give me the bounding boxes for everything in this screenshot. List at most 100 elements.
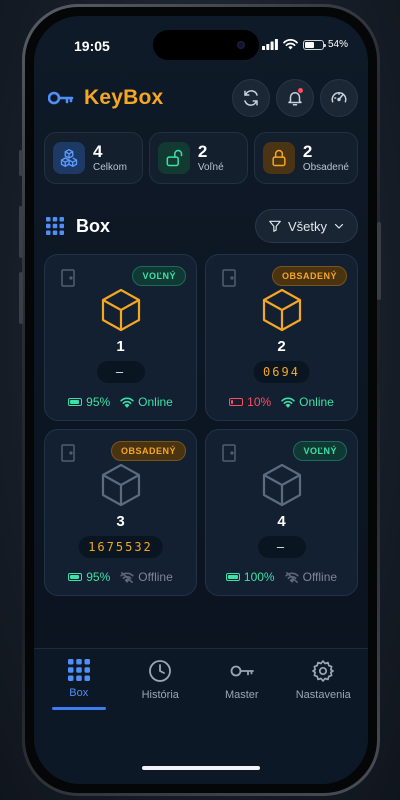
- lock-icon: [272, 149, 286, 167]
- box-grid: VOĽNÝ 1 — 95% Online OBSADENÝ 2 0694 10%…: [44, 254, 358, 596]
- stage: 19:05 54% KeyBox 4 Celkom 2 Voľné 2 Obsa…: [0, 0, 400, 800]
- status-badge: OBSADENÝ: [271, 266, 347, 286]
- door-icon: [222, 444, 236, 462]
- gauge-icon: [331, 92, 347, 103]
- grid-icon: [67, 659, 90, 681]
- wifi-icon: [281, 397, 295, 408]
- gear-icon: [312, 660, 335, 682]
- filter-icon: [269, 220, 281, 232]
- chevron-down-icon: [334, 223, 344, 229]
- dynamic-island: [153, 30, 259, 60]
- tab-label: História: [141, 689, 179, 701]
- wifi-icon: [283, 39, 298, 50]
- app-screen: 19:05 54% KeyBox 4 Celkom 2 Voľné 2 Obsa…: [34, 16, 368, 784]
- volume-up-button: [19, 206, 23, 258]
- door-icon: [61, 444, 75, 462]
- box-number: 4: [277, 513, 286, 530]
- key-logo-icon: [48, 91, 74, 105]
- clock-icon: [149, 660, 172, 682]
- stat-occupied-label: Obsadené: [302, 161, 349, 173]
- status-time: 19:05: [74, 38, 110, 54]
- box-card-4[interactable]: VOĽNÝ 4 — 100% Offline: [205, 429, 358, 596]
- active-tab-indicator: [51, 707, 106, 710]
- stats-row: 4 Celkom 2 Voľné 2 Obsadené: [44, 132, 358, 184]
- status-badge: OBSADENÝ: [110, 441, 186, 461]
- dashboard-button[interactable]: [320, 79, 358, 117]
- battery-icon: [68, 573, 83, 581]
- box-number: 2: [277, 338, 286, 355]
- wifi-off-icon: [120, 571, 134, 583]
- box-connection: Online: [138, 395, 173, 409]
- access-code: 1675532: [78, 536, 163, 558]
- tab-settings[interactable]: Nastavenia: [283, 659, 363, 710]
- battery-percent: 54%: [327, 39, 348, 50]
- box-battery: 10%: [247, 395, 272, 409]
- box-connection: Offline: [302, 570, 338, 584]
- box-card-3[interactable]: OBSADENÝ 3 1675532 95% Offline: [44, 429, 197, 596]
- box-status-row: 100% Offline: [206, 570, 357, 584]
- app-title: KeyBox: [84, 86, 164, 109]
- box-number: 1: [116, 338, 125, 355]
- box-battery: 95%: [86, 395, 111, 409]
- cube-icon: [262, 288, 301, 332]
- battery-low-icon: [229, 398, 244, 406]
- box-section-header: Box Všetky: [46, 208, 358, 244]
- stat-total-value: 4: [93, 141, 103, 161]
- refresh-button[interactable]: [232, 79, 270, 117]
- stat-free: 2 Voľné: [148, 132, 248, 184]
- access-code: —: [96, 361, 145, 383]
- tab-label: Nastavenia: [295, 689, 351, 701]
- battery-indicator: 54%: [302, 39, 348, 50]
- access-code: —: [257, 536, 306, 558]
- cube-icon: [101, 288, 140, 332]
- notification-dot: [298, 88, 303, 93]
- door-icon: [61, 269, 75, 287]
- tab-master[interactable]: Master: [202, 659, 282, 710]
- grid-icon: [46, 217, 64, 235]
- phone-frame: 19:05 54% KeyBox 4 Celkom 2 Voľné 2 Obsa…: [22, 4, 380, 796]
- box-status-row: 10% Online: [206, 395, 357, 409]
- box-battery: 95%: [86, 570, 111, 584]
- box-connection: Offline: [138, 570, 173, 584]
- status-badge: VOĽNÝ: [132, 266, 186, 286]
- status-badge: VOĽNÝ: [293, 441, 347, 461]
- stat-occupied-value: 2: [302, 141, 313, 161]
- key-icon: [230, 665, 254, 677]
- stat-total-label: Celkom: [93, 161, 127, 173]
- stat-occupied: 2 Obsadené: [253, 132, 358, 184]
- refresh-icon: [244, 90, 258, 106]
- cubes-icon: [60, 149, 78, 167]
- camera-icon: [237, 41, 245, 49]
- tab-label: Master: [224, 689, 259, 701]
- box-status-row: 95% Offline: [45, 570, 196, 584]
- volume-down-button: [19, 272, 23, 324]
- tab-bar: Box História Master Nastavenia: [34, 648, 368, 784]
- cube-icon: [262, 463, 301, 507]
- wifi-icon: [120, 397, 134, 408]
- status-bar: 19:05 54%: [34, 16, 368, 64]
- stat-total: 4 Celkom: [44, 132, 143, 184]
- tab-history[interactable]: História: [120, 659, 200, 710]
- app-header: KeyBox: [48, 78, 358, 118]
- unlock-icon: [166, 149, 183, 167]
- section-title: Box: [76, 215, 111, 236]
- box-card-1[interactable]: VOĽNÝ 1 — 95% Online: [44, 254, 197, 421]
- signal-icon: [261, 39, 278, 50]
- home-indicator[interactable]: [142, 766, 260, 770]
- access-code: 0694: [253, 361, 310, 383]
- door-icon: [222, 269, 236, 287]
- notifications-button[interactable]: [276, 79, 314, 117]
- filter-dropdown[interactable]: Všetky: [254, 209, 358, 243]
- cube-icon: [101, 463, 140, 507]
- battery-icon: [225, 573, 240, 581]
- battery-icon: [68, 398, 83, 406]
- box-battery: 100%: [243, 570, 275, 584]
- stat-free-label: Voľné: [197, 161, 224, 173]
- wifi-off-icon: [284, 571, 299, 583]
- tab-label: Box: [69, 687, 89, 699]
- action-button: [19, 150, 23, 176]
- stat-free-value: 2: [197, 141, 208, 161]
- box-connection: Online: [299, 395, 334, 409]
- tab-box[interactable]: Box: [39, 659, 119, 710]
- box-card-2[interactable]: OBSADENÝ 2 0694 10% Online: [205, 254, 358, 421]
